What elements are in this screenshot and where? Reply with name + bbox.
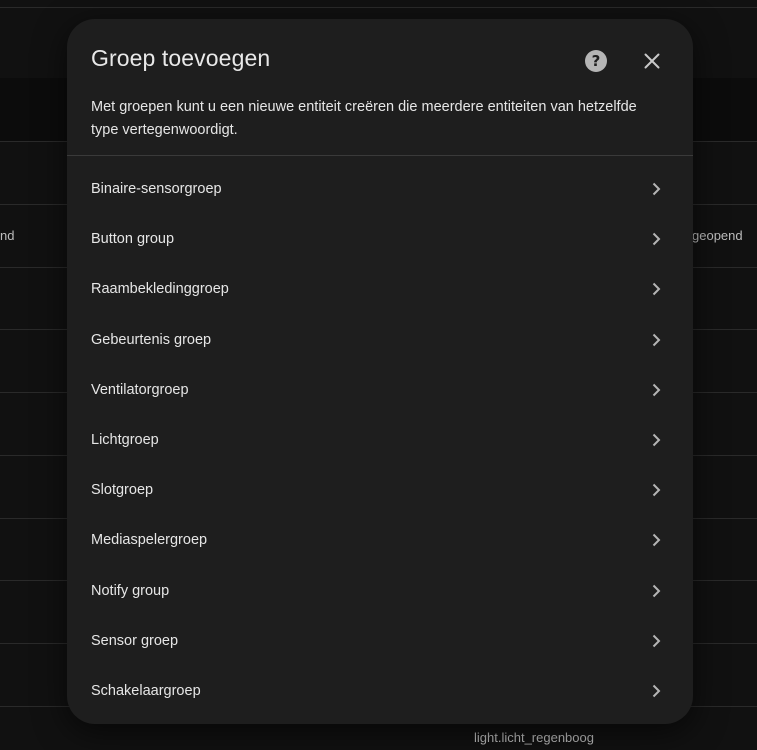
chevron-right-icon — [652, 534, 661, 547]
chevron-right-icon — [652, 383, 661, 397]
chevron-right-icon — [652, 283, 661, 296]
chevron-right-icon — [652, 182, 661, 196]
list-item-label: Gebeurtenis groep — [91, 331, 212, 348]
list-item-label: Raambekledinggroep — [91, 281, 229, 298]
add-group-dialog: Groep toevoegen ? Met groepen kunt u een… — [67, 19, 693, 724]
list-item-event-group[interactable]: Gebeurtenis groep — [67, 315, 693, 365]
list-item-button-group[interactable]: Button group — [67, 214, 693, 264]
list-item-label: Slotgroep — [91, 482, 154, 499]
list-item-lock-group[interactable]: Slotgroep — [67, 465, 693, 515]
list-item-media-player-group[interactable]: Mediaspelergroep — [67, 515, 693, 565]
list-item-notify-group[interactable]: Notify group — [67, 566, 693, 616]
chevron-right-icon — [652, 233, 661, 246]
close-button[interactable] — [635, 46, 669, 76]
list-item-label: Lichtgroep — [91, 432, 159, 449]
help-circle-icon: ? — [585, 50, 607, 72]
chevron-right-icon — [652, 484, 661, 497]
list-item-binary-sensor-group[interactable]: Binaire-sensorgroep — [67, 164, 693, 214]
chevron-right-icon — [652, 684, 661, 698]
list-item-label: Schakelaargroep — [91, 682, 201, 699]
list-item-switch-group[interactable]: Schakelaargroep — [67, 666, 693, 716]
list-item-light-group[interactable]: Lichtgroep — [67, 415, 693, 465]
close-icon — [644, 53, 660, 69]
background-cell-text: geopend — [692, 228, 743, 243]
group-type-list: Binaire-sensorgroep Button group Raambek… — [67, 164, 693, 716]
dialog-description: Met groepen kunt u een nieuwe entiteit c… — [91, 99, 637, 138]
list-item-sensor-group[interactable]: Sensor groep — [67, 616, 693, 666]
list-item-label: Ventilatorgroep — [91, 381, 189, 398]
help-button[interactable]: ? — [574, 46, 618, 76]
chevron-right-icon — [652, 634, 661, 647]
list-item-label: Binaire-sensorgroep — [91, 181, 222, 198]
list-item-label: Notify group — [91, 582, 170, 599]
chevron-right-icon — [652, 333, 661, 346]
background-entity-id: light.licht_regenboog — [474, 730, 594, 745]
list-item-label: Button group — [91, 231, 175, 248]
chevron-right-icon — [652, 584, 661, 597]
chevron-right-icon — [652, 433, 661, 447]
background-cell-text: nd — [0, 228, 15, 243]
list-item-label: Sensor groep — [91, 632, 179, 649]
divider — [67, 155, 693, 156]
dialog-title: Groep toevoegen — [91, 45, 271, 71]
list-item-label: Mediaspelergroep — [91, 532, 208, 549]
list-item-cover-group[interactable]: Raambekledinggroep — [67, 264, 693, 314]
list-item-fan-group[interactable]: Ventilatorgroep — [67, 365, 693, 415]
